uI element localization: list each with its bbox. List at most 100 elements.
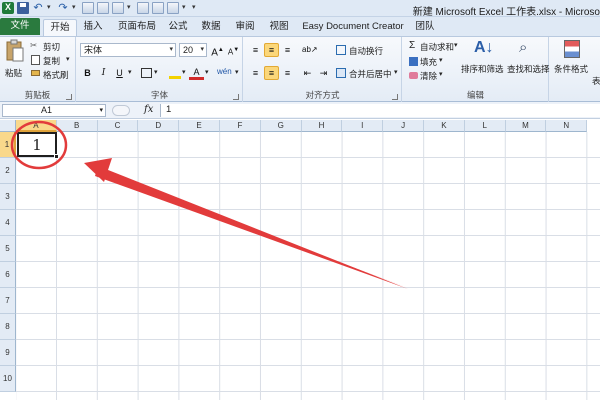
italic-button[interactable]: I: [96, 66, 111, 80]
sort-filter-button[interactable]: A↓ 排序和筛选: [461, 39, 505, 85]
find-select-button[interactable]: ⌕ 查找和选择: [507, 39, 550, 85]
table-dropdown-icon[interactable]: ▾: [127, 2, 134, 14]
underline-dropdown-icon[interactable]: ▾: [128, 68, 132, 76]
cells-area[interactable]: [16, 132, 600, 400]
font-color-dropdown-icon[interactable]: ▾: [205, 68, 209, 76]
font-launcher-icon[interactable]: [233, 94, 239, 100]
fill-color-icon[interactable]: [169, 67, 181, 79]
column-header-n[interactable]: N: [546, 120, 588, 132]
row-header-6[interactable]: 6: [0, 262, 16, 288]
worksheet-grid[interactable]: ABCDEFGHIJKLMN 1 2 3 4 5 6 7 8 9 10: [0, 120, 600, 400]
table-icon[interactable]: [112, 2, 124, 14]
insert-function-icon[interactable]: fx: [144, 104, 153, 115]
select-all-button[interactable]: [0, 120, 16, 132]
formula-bar-splitter[interactable]: [112, 105, 130, 116]
fill-icon[interactable]: [409, 57, 418, 66]
align-top-icon[interactable]: ≡: [248, 43, 263, 57]
tab-easy-document-creator[interactable]: Easy Document Creator: [301, 19, 405, 36]
grow-font-button[interactable]: A▲: [210, 43, 225, 58]
orientation-icon[interactable]: ab↗: [302, 43, 318, 57]
table-format-label[interactable]: 表: [592, 75, 600, 87]
copy-button[interactable]: 复制 ▾: [30, 54, 74, 67]
column-header-l[interactable]: L: [464, 120, 506, 132]
column-header-i[interactable]: I: [342, 120, 384, 132]
row-header-5[interactable]: 5: [0, 236, 16, 262]
row-header-10[interactable]: 10: [0, 366, 16, 392]
phonetic-dropdown-icon[interactable]: ▾: [235, 68, 239, 76]
align-middle-icon[interactable]: ≡: [264, 43, 279, 57]
redo-icon[interactable]: ↷: [57, 2, 69, 14]
tab-team[interactable]: 团队: [410, 19, 440, 36]
tab-page-layout[interactable]: 页面布局: [112, 19, 162, 36]
font-size-select[interactable]: 20 ▾: [179, 43, 207, 57]
align-bottom-icon[interactable]: ≡: [280, 43, 295, 57]
save-icon[interactable]: [17, 2, 29, 14]
active-cell-a1[interactable]: 1: [17, 132, 57, 157]
decrease-indent-icon[interactable]: ⇤: [300, 66, 315, 80]
tab-home[interactable]: 开始: [43, 19, 77, 36]
print-preview-icon[interactable]: [82, 2, 94, 14]
wrap-text-icon[interactable]: [336, 45, 346, 55]
customize-qat-icon[interactable]: ▾: [192, 2, 199, 14]
format-painter-button[interactable]: 格式刷: [30, 68, 74, 81]
excel-app-icon[interactable]: [2, 2, 14, 14]
column-header-m[interactable]: M: [505, 120, 547, 132]
row-header-1[interactable]: 1: [0, 132, 16, 158]
tab-review[interactable]: 审阅: [231, 19, 259, 36]
redo-dropdown-icon[interactable]: ▾: [72, 2, 79, 14]
column-header-f[interactable]: F: [220, 120, 261, 132]
row-header-4[interactable]: 4: [0, 210, 16, 236]
autosum-icon[interactable]: Σ: [409, 40, 415, 51]
clipboard-launcher-icon[interactable]: [66, 94, 72, 100]
font-color-button[interactable]: A: [189, 66, 204, 80]
merge-dropdown-icon[interactable]: ▾: [394, 68, 398, 76]
shrink-font-button[interactable]: A▼: [226, 43, 241, 57]
clear-dropdown-icon[interactable]: ▾: [439, 70, 443, 78]
row-header-2[interactable]: 2: [0, 158, 16, 184]
row-header-7[interactable]: 7: [0, 288, 16, 314]
borders-dropdown-icon[interactable]: ▾: [154, 68, 158, 76]
column-header-a[interactable]: A: [16, 120, 57, 132]
bold-button[interactable]: B: [80, 66, 95, 80]
clear-label[interactable]: 清除: [420, 70, 437, 82]
brush-dropdown-icon[interactable]: ▾: [182, 2, 189, 14]
row-header-9[interactable]: 9: [0, 340, 16, 366]
column-header-g[interactable]: G: [260, 120, 302, 132]
column-header-h[interactable]: H: [301, 120, 343, 132]
document-icon[interactable]: [152, 2, 164, 14]
increase-indent-icon[interactable]: ⇥: [316, 66, 331, 80]
fill-handle[interactable]: [54, 154, 59, 159]
column-header-e[interactable]: E: [179, 120, 220, 132]
alignment-launcher-icon[interactable]: [392, 94, 398, 100]
column-header-d[interactable]: D: [138, 120, 180, 132]
merge-center-label[interactable]: 合并后居中: [349, 68, 392, 80]
wrap-text-label[interactable]: 自动换行: [349, 45, 383, 57]
tab-insert[interactable]: 插入: [78, 19, 108, 36]
column-header-j[interactable]: J: [383, 120, 424, 132]
row-header-3[interactable]: 3: [0, 184, 16, 210]
eraser-icon[interactable]: [409, 72, 418, 79]
form-icon[interactable]: [97, 2, 109, 14]
check-icon[interactable]: [137, 2, 149, 14]
undo-dropdown-icon[interactable]: ▾: [47, 2, 54, 14]
font-name-select[interactable]: 宋体 ▾: [80, 43, 176, 57]
undo-icon[interactable]: ↶: [32, 2, 44, 14]
formula-input[interactable]: 1: [160, 104, 600, 117]
tab-view[interactable]: 视图: [265, 19, 293, 36]
tab-file[interactable]: 文件: [0, 18, 40, 35]
name-box[interactable]: A1 ▾: [2, 104, 106, 117]
tab-formulas[interactable]: 公式: [164, 19, 192, 36]
column-header-b[interactable]: B: [56, 120, 98, 132]
fill-dropdown-icon[interactable]: ▾: [439, 56, 443, 64]
brush-icon[interactable]: [167, 2, 179, 14]
merge-center-icon[interactable]: [336, 68, 346, 78]
fill-color-dropdown-icon[interactable]: ▾: [182, 68, 186, 76]
autosum-dropdown-icon[interactable]: ▾: [454, 41, 458, 49]
column-header-c[interactable]: C: [97, 120, 139, 132]
column-header-k[interactable]: K: [424, 120, 465, 132]
row-header-8[interactable]: 8: [0, 314, 16, 340]
tab-data[interactable]: 数据: [197, 19, 225, 36]
borders-icon[interactable]: [141, 68, 152, 78]
fill-label[interactable]: 填充: [420, 56, 437, 68]
autosum-label[interactable]: 自动求和: [420, 41, 454, 53]
